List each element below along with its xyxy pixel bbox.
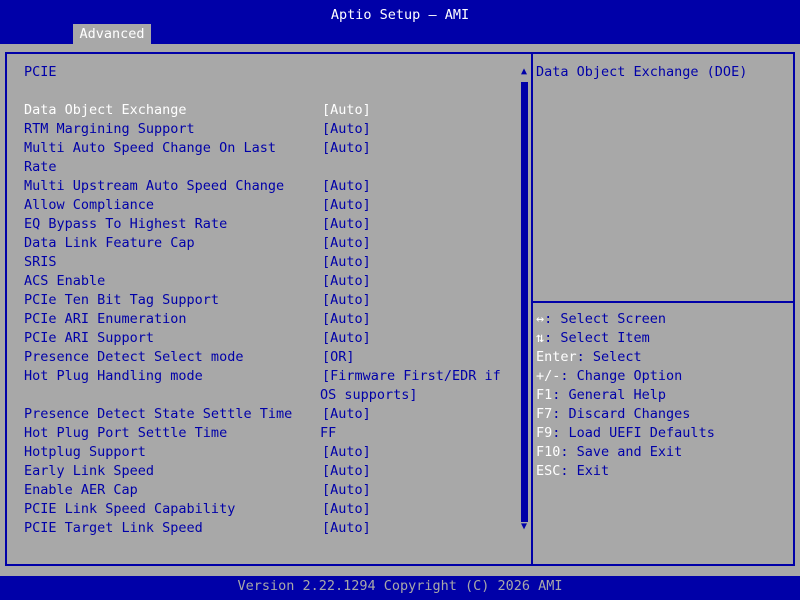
setting-label[interactable]: Early Link Speed: [24, 462, 154, 481]
setting-value[interactable]: [Auto]: [322, 405, 371, 424]
setting-label[interactable]: Hotplug Support: [24, 443, 146, 462]
version-footer: Version 2.22.1294 Copyright (C) 2026 AMI: [0, 576, 800, 600]
scrollbar-thumb[interactable]: [521, 82, 528, 425]
setting-label-cont: Rate: [24, 159, 57, 175]
setting-value[interactable]: [Auto]: [322, 177, 371, 196]
setting-label[interactable]: Multi Auto Speed Change On Last: [24, 139, 276, 158]
key-hint: ⇅: Select Item: [536, 329, 650, 348]
setting-value[interactable]: [Auto]: [322, 101, 371, 120]
key-description: : Select Item: [544, 330, 650, 346]
key-name: F10: [536, 444, 561, 460]
setting-value[interactable]: [OR]: [322, 348, 355, 367]
key-description: : Discard Changes: [552, 406, 691, 422]
setting-value[interactable]: FF: [320, 424, 336, 443]
pane-divider: [531, 52, 533, 566]
setting-value-cont: OS supports]: [320, 387, 418, 403]
setting-label[interactable]: Presence Detect State Settle Time: [24, 405, 292, 424]
setting-label[interactable]: PCIE Target Link Speed: [24, 519, 203, 538]
setting-value[interactable]: [Auto]: [322, 519, 371, 538]
key-description: : Select Screen: [544, 311, 667, 327]
key-hint: F1: General Help: [536, 386, 666, 405]
key-hint: F10: Save and Exit: [536, 443, 682, 462]
key-hint: F7: Discard Changes: [536, 405, 690, 424]
setting-label[interactable]: PCIe ARI Support: [24, 329, 154, 348]
setting-value[interactable]: [Auto]: [322, 120, 371, 139]
setting-value[interactable]: [Auto]: [322, 443, 371, 462]
setting-label[interactable]: Hot Plug Port Settle Time: [24, 424, 227, 443]
app-title: Aptio Setup – AMI: [330, 7, 470, 23]
setting-label[interactable]: Enable AER Cap: [24, 481, 138, 500]
key-name: F7: [536, 406, 553, 422]
header-bar: Aptio Setup – AMI Advanced: [0, 0, 800, 44]
setting-value[interactable]: [Auto]: [322, 215, 371, 234]
setting-value[interactable]: [Auto]: [322, 500, 371, 519]
key-name: ESC: [536, 463, 561, 479]
setting-label[interactable]: SRIS: [24, 253, 57, 272]
setting-label[interactable]: Allow Compliance: [24, 196, 154, 215]
key-hint: F9: Load UEFI Defaults: [536, 424, 715, 443]
key-hint: ESC: Exit: [536, 462, 609, 481]
setting-value[interactable]: [Auto]: [322, 291, 371, 310]
setting-label[interactable]: RTM Margining Support: [24, 120, 195, 139]
key-hint: Enter: Select: [536, 348, 642, 367]
setting-value[interactable]: [Auto]: [322, 234, 371, 253]
setting-value[interactable]: [Auto]: [322, 310, 371, 329]
setting-value[interactable]: [Auto]: [322, 329, 371, 348]
setting-value[interactable]: [Firmware First/EDR if: [322, 367, 501, 386]
key-hint: ↔: Select Screen: [536, 310, 666, 329]
setting-label[interactable]: ACS Enable: [24, 272, 105, 291]
setting-label[interactable]: Multi Upstream Auto Speed Change: [24, 177, 284, 196]
setting-label[interactable]: PCIe ARI Enumeration: [24, 310, 187, 329]
setting-label[interactable]: Presence Detect Select mode: [24, 348, 243, 367]
key-name: ⇅: [536, 330, 545, 346]
setting-value[interactable]: [Auto]: [322, 272, 371, 291]
key-description: : Exit: [560, 463, 610, 479]
key-hint: +/-: Change Option: [536, 367, 682, 386]
section-title: PCIE: [24, 64, 57, 80]
key-description: : Save and Exit: [560, 444, 683, 460]
setting-value[interactable]: [Auto]: [322, 481, 371, 500]
key-name: ↔: [536, 311, 545, 327]
tab-advanced[interactable]: Advanced: [73, 24, 151, 44]
setting-label[interactable]: EQ Bypass To Highest Rate: [24, 215, 227, 234]
setting-label[interactable]: PCIe Ten Bit Tag Support: [24, 291, 219, 310]
setting-value[interactable]: [Auto]: [322, 196, 371, 215]
setting-label[interactable]: PCIE Link Speed Capability: [24, 500, 235, 519]
key-description: : Change Option: [560, 368, 683, 384]
key-description: : Load UEFI Defaults: [552, 425, 715, 441]
key-name: +/-: [536, 368, 561, 384]
setting-label[interactable]: Data Link Feature Cap: [24, 234, 195, 253]
setting-value[interactable]: [Auto]: [322, 139, 371, 158]
help-text: Data Object Exchange (DOE): [536, 64, 748, 80]
help-separator: [533, 301, 795, 303]
key-name: Enter: [536, 349, 577, 365]
key-name: F1: [536, 387, 553, 403]
setting-label[interactable]: Hot Plug Handling mode: [24, 367, 203, 386]
setting-value[interactable]: [Auto]: [322, 462, 371, 481]
scroll-up-arrow[interactable]: ▲: [518, 66, 530, 78]
scroll-down-arrow[interactable]: ▼: [518, 521, 530, 533]
setting-label[interactable]: Data Object Exchange: [24, 101, 187, 120]
key-description: : Select: [576, 349, 642, 365]
key-name: F9: [536, 425, 553, 441]
key-description: : General Help: [552, 387, 667, 403]
setting-value[interactable]: [Auto]: [322, 253, 371, 272]
